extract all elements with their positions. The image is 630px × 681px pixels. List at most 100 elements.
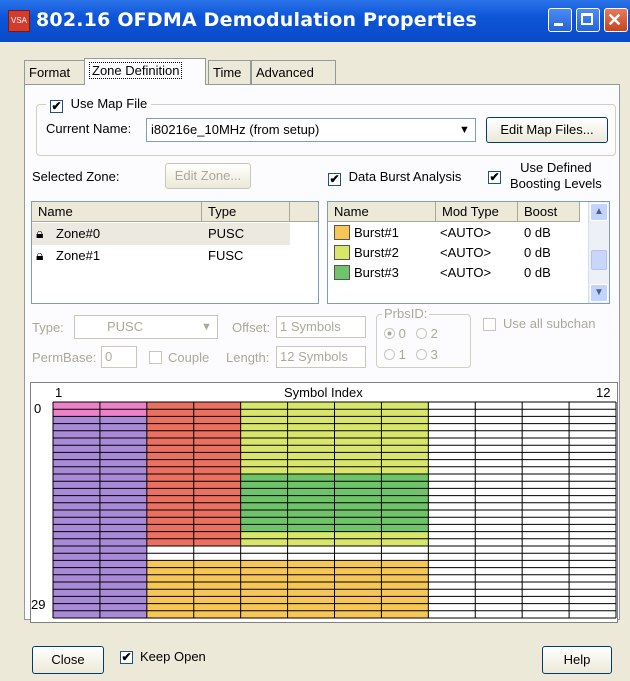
zone-extra-column-header [290,202,318,222]
tab-label: Time [213,65,242,80]
zone-name-column-header[interactable]: Name [32,202,202,222]
close-window-button[interactable]: ✕ [604,8,628,32]
current-name-label: Current Name: [46,121,132,136]
prbs-radio-0[interactable]: 0 [384,326,406,341]
chevron-down-icon: ▼ [459,124,470,136]
prbs-radio-2[interactable]: 2 [416,326,438,341]
scroll-thumb[interactable] [591,250,607,270]
symbol-map[interactable]: 1 Symbol Index 12 0 29 [30,382,618,623]
tab-zone-definition[interactable]: Zone Definition [84,58,206,85]
prbs-option-label: 3 [430,347,438,362]
zone-list[interactable]: Name Type 🔒︎ Zone#0 PUSC 🔒︎ Zone#1 FUSC [31,201,319,304]
table-row[interactable]: Burst#1 <AUTO> 0 dB [328,223,580,243]
burst-name: Burst#1 [354,225,399,240]
maximize-button[interactable] [576,8,600,32]
edit-map-files-button[interactable]: Edit Map Files... [486,117,608,143]
radio-icon [416,328,427,339]
minimize-icon [554,23,563,26]
burst-boost-column-header[interactable]: Boost [518,202,580,222]
burst-list[interactable]: Name Mod Type Boost Burst#1 <AUTO> 0 dB … [327,201,610,304]
length-label: Length: [226,350,270,365]
table-row[interactable]: Burst#3 <AUTO> 0 dB [328,263,580,283]
radio-icon [384,349,395,360]
properties-window: VSA 802.16 OFDMA Demodulation Properties… [0,0,630,681]
type-label: Type: [32,320,64,335]
symbol-index-title: Symbol Index [284,385,363,400]
x-axis-end-label: 12 [596,385,611,400]
x-axis-start-label: 1 [55,385,63,400]
zone-name: Zone#1 [56,248,101,263]
zone-type: FUSC [208,248,244,263]
permbase-label: PermBase: [32,350,97,365]
keep-open-checkbox[interactable]: ✔ [120,651,133,664]
keep-open-label: Keep Open [140,649,206,664]
tab-label: Format [29,65,71,80]
prbs-radio-1[interactable]: 1 [384,347,406,362]
use-map-file-label: Use Map File [70,96,148,111]
zone-type-select[interactable]: PUSC ▼ [74,315,218,339]
tab-label: Advanced [256,65,314,80]
y-axis-end-label: 29 [31,597,46,612]
scroll-up-icon[interactable]: ▲ [590,203,608,221]
use-all-subchan-label: Use all subchan [503,316,596,331]
tab-format[interactable]: Format [24,60,86,84]
zone-type-column-header[interactable]: Type [202,202,290,222]
selected-zone-label: Selected Zone: [32,169,120,184]
burst-name: Burst#3 [354,265,399,280]
table-row[interactable]: 🔒︎ Zone#0 PUSC [32,223,290,245]
burst-list-scrollbar[interactable]: ▲ ▼ [588,202,609,303]
offset-label: Offset: [232,320,271,335]
data-burst-analysis-checkbox[interactable]: ✔ [328,173,341,186]
use-defined-line1: Use Defined [520,160,592,175]
radio-selected-icon [384,328,395,339]
app-icon: VSA [8,10,30,32]
burst-mod-column-header[interactable]: Mod Type [436,202,518,222]
table-row[interactable]: Burst#2 <AUTO> 0 dB [328,243,580,263]
lock-icon: 🔒︎ [36,247,44,263]
zone-type-value: PUSC [107,319,144,334]
prbs-option-label: 1 [398,347,406,362]
use-defined-boosting-checkbox[interactable]: ✔ [488,171,501,184]
tab-time[interactable]: Time [208,60,251,84]
couple-label: Couple [168,350,210,365]
length-field[interactable]: 12 Symbols [276,346,366,368]
zone-name: Zone#0 [56,226,101,241]
zone-type: PUSC [208,226,245,241]
use-defined-boosting-label: Use Defined Boosting Levels [510,160,602,192]
burst-mod: <AUTO> [440,245,492,260]
use-all-subchan-checkbox[interactable] [483,318,496,331]
burst-boost: 0 dB [524,225,551,240]
burst-mod: <AUTO> [440,225,492,240]
title-bar[interactable]: VSA 802.16 OFDMA Demodulation Properties… [0,0,630,42]
offset-field[interactable]: 1 Symbols [276,316,366,338]
close-icon: ✕ [607,10,623,30]
minimize-button[interactable] [548,8,572,32]
data-burst-analysis-label: Data Burst Analysis [348,169,462,184]
window-title: 802.16 OFDMA Demodulation Properties [36,9,478,31]
burst-color-swatch [334,245,350,260]
burst-boost: 0 dB [524,265,551,280]
burst-color-swatch [334,265,350,280]
maximize-icon [581,13,593,25]
map-name-select[interactable]: i80216e_10MHz (from setup) ▼ [146,118,476,142]
close-button[interactable]: Close [32,646,104,674]
permbase-field[interactable]: 0 [101,346,137,368]
chevron-down-icon: ▼ [201,321,212,333]
burst-mod: <AUTO> [440,265,492,280]
burst-name-column-header[interactable]: Name [328,202,436,222]
use-map-file-option[interactable]: ✔ Use Map File [46,95,152,113]
prbs-radio-3[interactable]: 3 [416,347,438,362]
help-button[interactable]: Help [542,646,612,674]
prbs-option-label: 2 [430,326,438,341]
burst-name: Burst#2 [354,245,399,260]
scroll-down-icon[interactable]: ▼ [590,284,608,302]
couple-checkbox[interactable] [149,351,162,364]
use-map-file-checkbox[interactable]: ✔ [50,100,63,113]
edit-zone-button[interactable]: Edit Zone... [165,163,251,189]
tab-label: Zone Definition [89,62,183,79]
table-row[interactable]: 🔒︎ Zone#1 FUSC [32,245,290,267]
burst-boost: 0 dB [524,245,551,260]
prbsid-label: PrbsID: [382,306,430,321]
tab-advanced[interactable]: Advanced [251,60,336,84]
data-burst-analysis-option[interactable]: ✔ Data Burst Analysis [328,169,461,186]
